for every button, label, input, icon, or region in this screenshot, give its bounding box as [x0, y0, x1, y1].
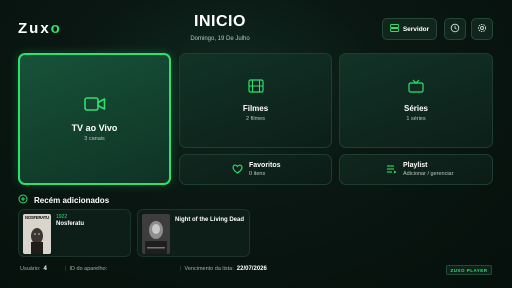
history-icon [450, 20, 460, 38]
footer-device: | ID do aparelho: [65, 266, 108, 272]
server-button[interactable]: Servidor [382, 18, 437, 40]
favorites-subtitle: 0 itens [249, 171, 266, 177]
favorites-card[interactable]: Favoritos 0 itens [179, 154, 332, 185]
poster-night-living-dead [142, 214, 170, 254]
tv-icon [408, 79, 424, 98]
recent-item-nosferatu[interactable]: NOSFERATU 1922 Nosferatu [18, 209, 131, 257]
footer-user: Usuário: 4 [20, 266, 47, 272]
footer-expiry-label: Vencimento da lista: [184, 266, 234, 272]
history-button[interactable] [444, 18, 466, 40]
settings-button[interactable] [471, 18, 493, 40]
recent-section-title: Recém adicionados [34, 195, 110, 205]
movies-subtitle: 2 filmes [246, 116, 265, 122]
logo-text: Zux [18, 20, 51, 37]
server-icon [389, 24, 399, 34]
playlist-card[interactable]: Playlist Adicionar / gerenciar [339, 154, 493, 185]
playlist-icon [386, 161, 397, 179]
gear-icon [477, 20, 487, 38]
footer-expiry-value: 22/07/2026 [236, 266, 267, 272]
recent-item-night-living-dead[interactable]: Night of the Living Dead [137, 209, 250, 257]
footer-user-label: Usuário: [20, 266, 41, 272]
recent-section-header: Recém adicionados [18, 194, 109, 206]
favorites-title: Favoritos [249, 162, 281, 169]
recent-item-name: Night of the Living Dead [175, 217, 244, 223]
recent-item-year: 1922 [56, 214, 68, 220]
app-logo: Zuxo [18, 20, 62, 37]
movies-card[interactable]: Filmes 2 filmes [179, 53, 332, 148]
series-subtitle: 1 séries [406, 116, 426, 122]
footer-device-label: ID do aparelho: [69, 266, 108, 272]
live-tv-card[interactable]: TV ao Vivo 3 canais [18, 53, 171, 185]
video-icon [83, 96, 106, 117]
logo-accent: o [50, 20, 62, 37]
series-title: Séries [403, 104, 429, 113]
series-card[interactable]: Séries 1 séries [339, 53, 493, 148]
page-title: INICIO [194, 13, 246, 30]
live-tv-title: TV ao Vivo [71, 123, 118, 133]
recent-item-name: Nosferatu [56, 221, 85, 227]
movies-title: Filmes [242, 104, 269, 113]
heart-icon [232, 161, 243, 179]
footer-expiry: | Vencimento da lista: 22/07/2026 [180, 266, 267, 272]
live-tv-subtitle: 3 canais [84, 136, 105, 142]
app-badge: ZUXO PLAYER [446, 265, 492, 275]
footer-user-value: 4 [43, 266, 47, 272]
poster-nosferatu: NOSFERATU [23, 214, 51, 254]
playlist-title: Playlist [403, 162, 428, 169]
page-date: Domingo, 19 De Julho [190, 36, 250, 42]
plus-circle-icon [18, 194, 28, 206]
playlist-subtitle: Adicionar / gerenciar [403, 171, 454, 177]
server-label: Servidor [402, 25, 430, 33]
film-icon [247, 79, 264, 98]
